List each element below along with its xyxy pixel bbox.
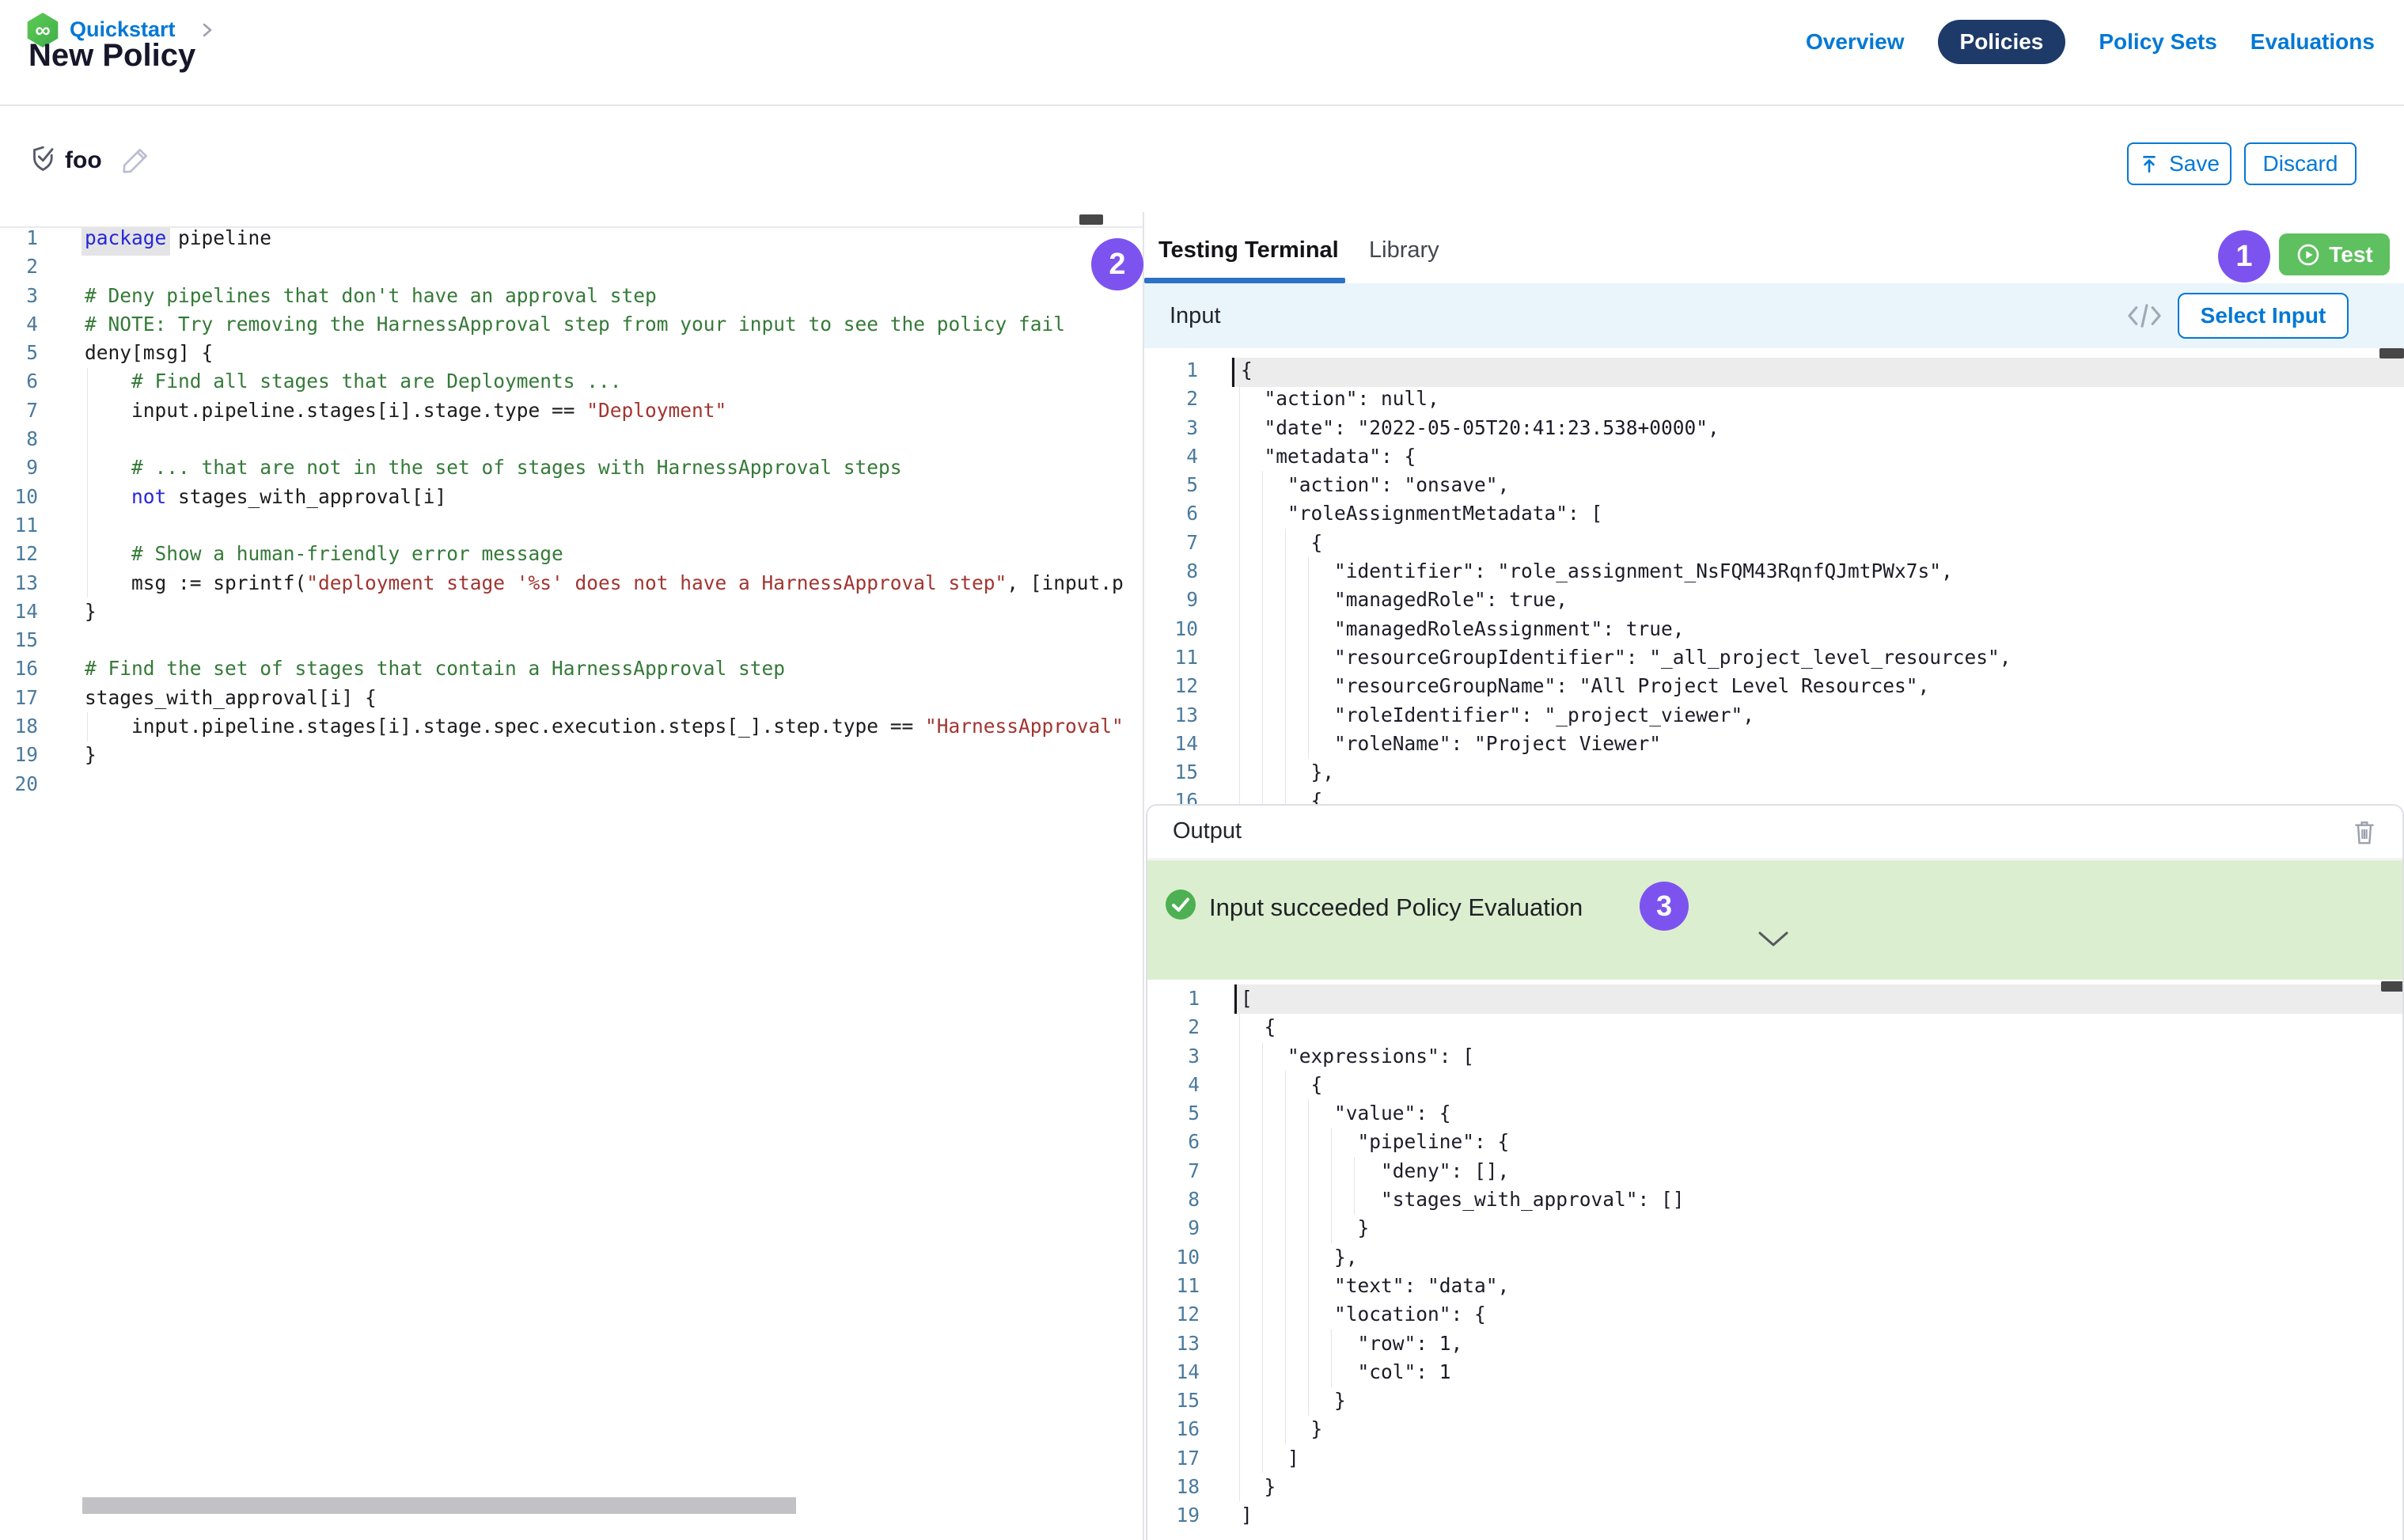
indent-guide	[1239, 385, 1240, 804]
upload-icon	[2139, 154, 2159, 174]
tab-library[interactable]: Library	[1369, 237, 1439, 264]
test-button-label: Test	[2329, 242, 2373, 267]
code-line: # Find the set of stages that contain a …	[85, 654, 1137, 683]
indent-guide	[1239, 1013, 1240, 1501]
rego-code-editor[interactable]: package pipeline # Deny pipelines that d…	[85, 224, 1137, 798]
annotation-badge-3: 3	[1640, 882, 1689, 931]
code-line: not stages_with_approval[i]	[85, 483, 1137, 511]
code-line: # Deny pipelines that don't have an appr…	[85, 282, 1137, 310]
code-line	[85, 770, 1137, 798]
code-line: input.pipeline.stages[i].stage.spec.exec…	[85, 712, 1137, 741]
edit-name-icon[interactable]	[119, 144, 152, 177]
output-json-viewer[interactable]: 1 2 3 4 5 6 7 8 9 10 11 12 13 14 15 16 1…	[1147, 981, 2404, 1540]
discard-button[interactable]: Discard	[2244, 142, 2357, 185]
module-tabs: Overview Policies Policy Sets Evaluation…	[1806, 17, 2375, 66]
code-line: deny[msg] {	[85, 339, 1137, 367]
code-line: }	[85, 597, 1137, 626]
policy-name: foo	[65, 147, 102, 174]
code-line: # NOTE: Try removing the HarnessApproval…	[85, 310, 1137, 339]
code-view-icon[interactable]	[2127, 302, 2162, 329]
code-line: msg := sprintf("deployment stage '%s' do…	[85, 569, 1137, 597]
policy-editor-page: ∞ Quickstart New Policy Overview Policie…	[0, 0, 2404, 1540]
tab-policy-sets[interactable]: Policy Sets	[2099, 29, 2216, 55]
discard-button-label: Discard	[2263, 151, 2338, 176]
code-line: # ... that are not in the set of stages …	[85, 453, 1137, 482]
output-json-text: [ { "expressions": [ { "value": { "pipel…	[1241, 984, 1685, 1531]
success-check-icon	[1165, 889, 1196, 920]
code-line: input.pipeline.stages[i].stage.type == "…	[85, 396, 1137, 425]
code-line	[85, 252, 1137, 281]
input-json-editor[interactable]: 1 2 3 4 5 6 7 8 9 10 11 12 13 14 15 16 {…	[1144, 348, 2404, 804]
input-vertical-scrollbar-thumb[interactable]	[2379, 348, 2404, 358]
code-line	[85, 425, 1137, 453]
output-panel-header: Output	[1147, 806, 2402, 859]
code-line	[85, 626, 1137, 654]
active-tab-underline	[1144, 278, 1345, 283]
code-line: package pipeline	[85, 224, 1137, 252]
tab-evaluations[interactable]: Evaluations	[2250, 29, 2375, 55]
policy-shield-icon	[28, 142, 60, 177]
page-title: New Policy	[28, 38, 195, 74]
editor-horizontal-scrollbar-thumb[interactable]	[82, 1497, 796, 1514]
save-button-label: Save	[2169, 151, 2220, 176]
input-json-text: { "action": null, "date": "2022-05-05T20…	[1241, 356, 2012, 804]
code-line	[85, 511, 1137, 540]
tab-overview[interactable]: Overview	[1806, 29, 1905, 55]
clear-output-trash-icon[interactable]	[2352, 817, 2377, 848]
input-line-numbers: 1 2 3 4 5 6 7 8 9 10 11 12 13 14 15 16	[1144, 356, 1198, 804]
success-message: Input succeeded Policy Evaluation	[1209, 893, 1583, 922]
editor-vertical-scrollbar-thumb[interactable]	[1079, 214, 1103, 225]
code-line: # Show a human-friendly error message	[85, 540, 1137, 568]
input-panel-title: Input	[1170, 303, 1221, 329]
code-line: # Find all stages that are Deployments .…	[85, 367, 1137, 396]
editor-line-numbers: 1 2 3 4 5 6 7 8 9 10 11 12 13 14 15 16 1…	[0, 224, 38, 798]
select-input-button[interactable]: Select Input	[2178, 293, 2349, 339]
header-divider	[0, 104, 2404, 106]
code-line: }	[85, 741, 1137, 769]
text-caret	[1234, 984, 1237, 1014]
save-button[interactable]: Save	[2127, 142, 2231, 185]
test-button[interactable]: Test	[2279, 233, 2390, 275]
evaluation-success-banner: Input succeeded Policy Evaluation	[1147, 860, 2402, 980]
tab-testing-terminal[interactable]: Testing Terminal	[1158, 237, 1339, 264]
annotation-badge-2: 2	[1091, 238, 1143, 290]
code-line: stages_with_approval[i] {	[85, 684, 1137, 712]
output-panel-title: Output	[1173, 818, 1242, 844]
play-circle-icon	[2296, 242, 2321, 267]
breadcrumb-chevron-icon	[201, 21, 214, 40]
select-input-label: Select Input	[2201, 303, 2326, 328]
text-caret	[1232, 358, 1234, 387]
annotation-badge-1: 1	[2218, 230, 2270, 283]
tab-policies[interactable]: Policies	[1938, 20, 2066, 64]
output-line-numbers: 1 2 3 4 5 6 7 8 9 10 11 12 13 14 15 16 1…	[1147, 984, 1200, 1531]
output-panel: Output Input succeeded Policy Evaluation	[1146, 804, 2404, 1540]
output-vertical-scrollbar-thumb[interactable]	[2381, 981, 2404, 992]
expand-chevron-down-icon[interactable]	[1757, 930, 1790, 949]
